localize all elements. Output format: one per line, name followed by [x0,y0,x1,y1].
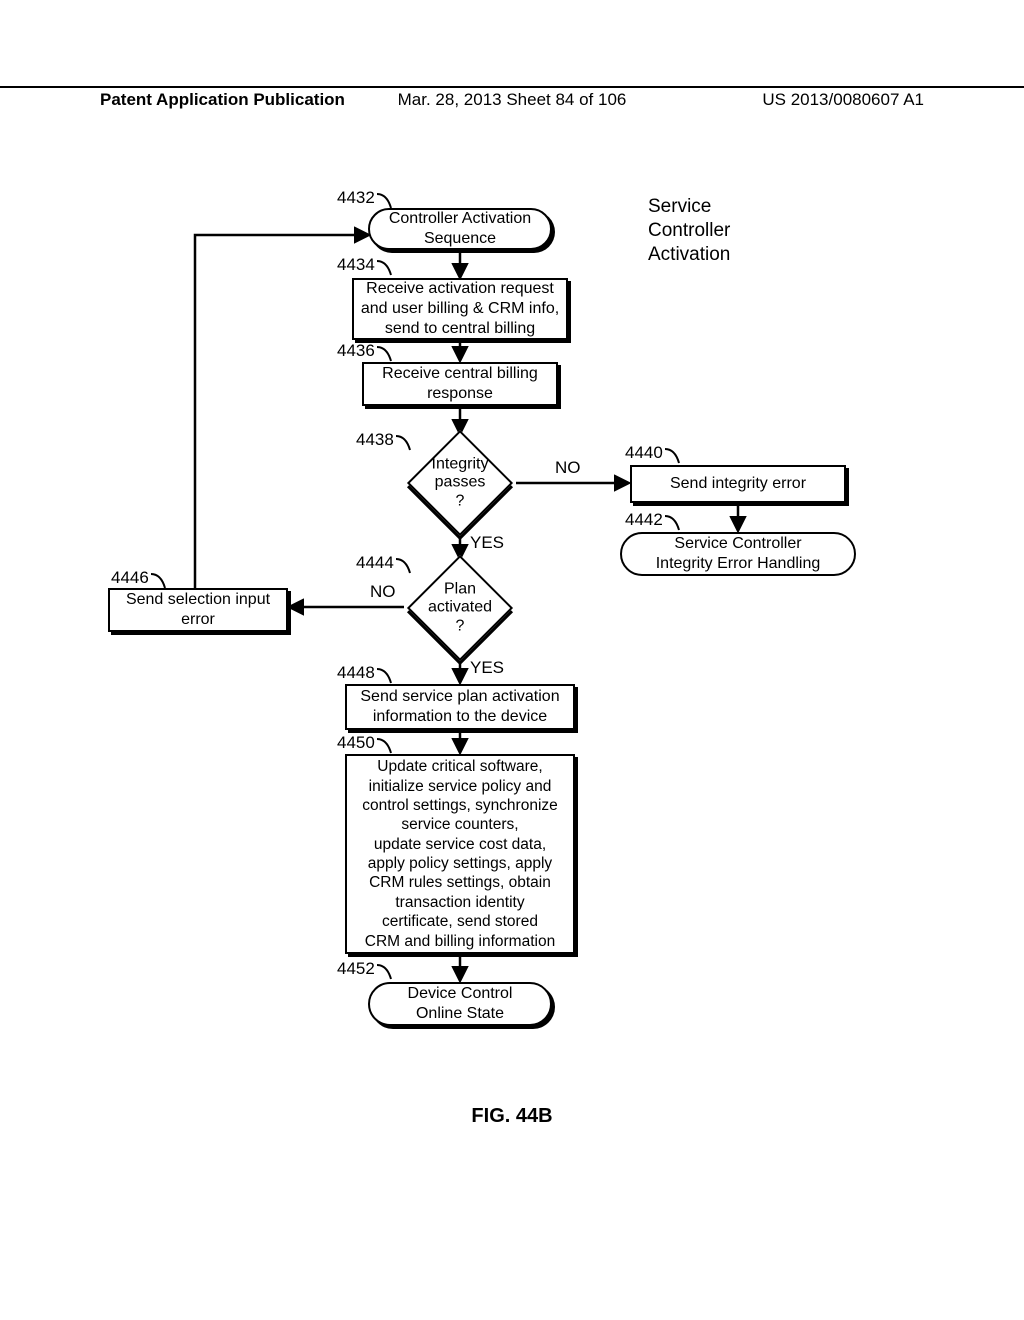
header-pubnumber: US 2013/0080607 A1 [649,90,924,110]
decision-plan-activated: Plan activated ? [405,558,515,658]
flowchart: Service Controller Activation 4432 [0,180,1024,1140]
page-header: Patent Application Publication Mar. 28, … [0,86,1024,110]
process-send-selection-input-error: Send selection input error [108,588,288,632]
edge-label-yes-4444: YES [470,658,504,678]
ref-4438: 4438 [356,430,394,450]
header-sheet: Mar. 28, 2013 Sheet 84 of 106 [375,90,650,110]
terminator-device-control-online-state: Device Control Online State [368,982,552,1026]
ref-4446: 4446 [111,568,149,588]
terminator-controller-activation-sequence: Controller Activation Sequence [368,208,552,250]
ref-4436: 4436 [337,341,375,361]
ref-4442: 4442 [625,510,663,530]
edge-label-no-4438: NO [555,458,581,478]
ref-4440: 4440 [625,443,663,463]
ref-4450: 4450 [337,733,375,753]
terminator-integrity-error-handling: Service Controller Integrity Error Handl… [620,532,856,576]
process-send-integrity-error: Send integrity error [630,465,846,503]
process-receive-activation-request: Receive activation request and user bill… [352,278,568,340]
ref-4448: 4448 [337,663,375,683]
ref-4434: 4434 [337,255,375,275]
process-receive-central-billing-response: Receive central billing response [362,362,558,406]
edge-label-yes-4438: YES [470,533,504,553]
ref-4432: 4432 [337,188,375,208]
ref-4452: 4452 [337,959,375,979]
process-send-service-plan-activation: Send service plan activation information… [345,684,575,730]
edge-label-no-4444: NO [370,582,396,602]
decision-integrity-passes: Integrity passes ? [405,433,515,533]
ref-4444: 4444 [356,553,394,573]
header-publication: Patent Application Publication [100,90,375,110]
process-update-critical-software: Update critical software, initialize ser… [345,754,575,954]
figure-caption: FIG. 44B [0,1105,1024,1128]
